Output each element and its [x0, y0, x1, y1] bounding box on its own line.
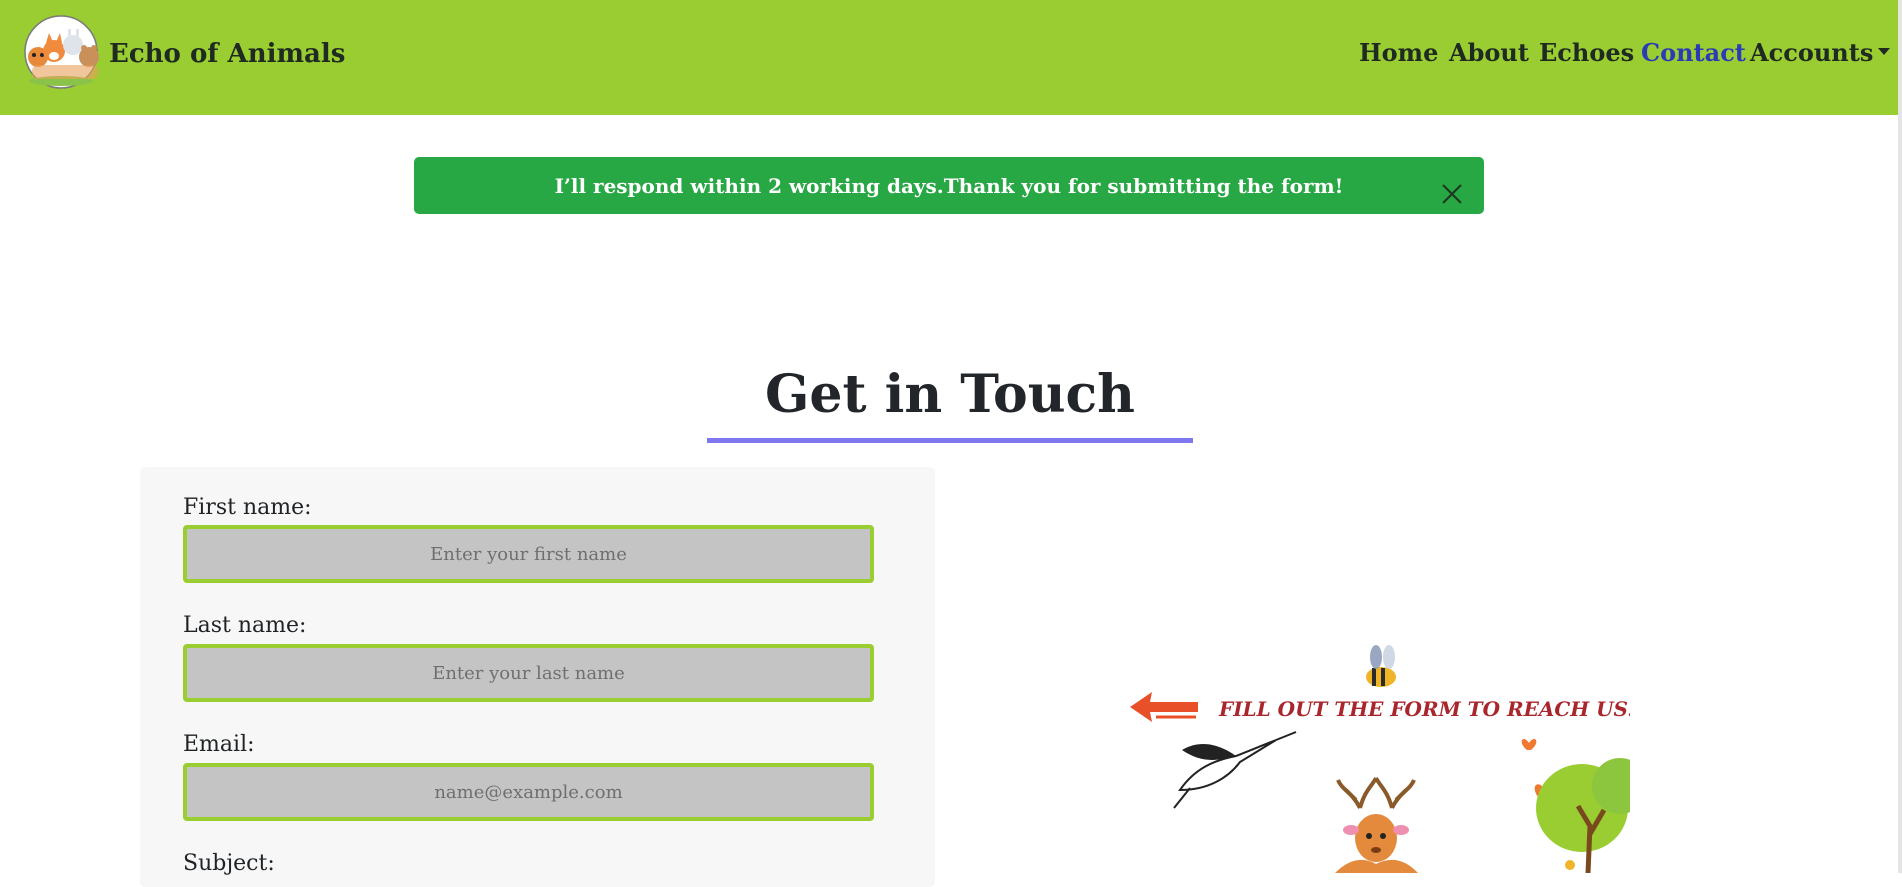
email-label: Email:	[183, 732, 255, 757]
nav-echoes[interactable]: Echoes	[1539, 38, 1634, 67]
subject-label: Subject:	[183, 851, 275, 876]
deer-icon	[1335, 777, 1418, 873]
alert-message: I’ll respond within 2 working days.Thank…	[554, 174, 1344, 198]
nav-accounts-label: Accounts	[1750, 38, 1874, 67]
email-input[interactable]	[183, 763, 874, 821]
crane-icon	[1173, 731, 1297, 809]
first-name-input[interactable]	[183, 525, 874, 583]
arrow-left-icon	[1130, 692, 1198, 722]
nav-home[interactable]: Home	[1359, 38, 1438, 67]
last-name-label: Last name:	[183, 613, 307, 638]
brand-name[interactable]: Echo of Animals	[109, 39, 345, 69]
first-name-label: First name:	[183, 495, 312, 520]
nav-about[interactable]: About	[1449, 38, 1529, 67]
page-scrollbar[interactable]	[1898, 0, 1902, 873]
success-alert: I’ll respond within 2 working days.Thank…	[414, 157, 1484, 214]
chevron-down-icon	[1878, 48, 1891, 55]
nav-accounts-dropdown[interactable]: Accounts	[1750, 38, 1891, 67]
close-icon[interactable]	[1437, 179, 1467, 209]
last-name-input[interactable]	[183, 644, 874, 702]
illustration-caption: FILL OUT THE FORM TO REACH US.	[1218, 697, 1630, 721]
navbar: Echo of Animals Home About Echoes Contac…	[0, 0, 1898, 115]
title-underline	[707, 438, 1193, 443]
bee-icon	[1366, 645, 1396, 687]
page-title: Get in Touch	[765, 364, 1135, 425]
brand-logo[interactable]	[18, 15, 104, 89]
nav-contact[interactable]: Contact	[1641, 38, 1746, 67]
animals-illustration: FILL OUT THE FORM TO REACH US.	[1130, 645, 1630, 873]
tree-icon	[1536, 758, 1630, 873]
